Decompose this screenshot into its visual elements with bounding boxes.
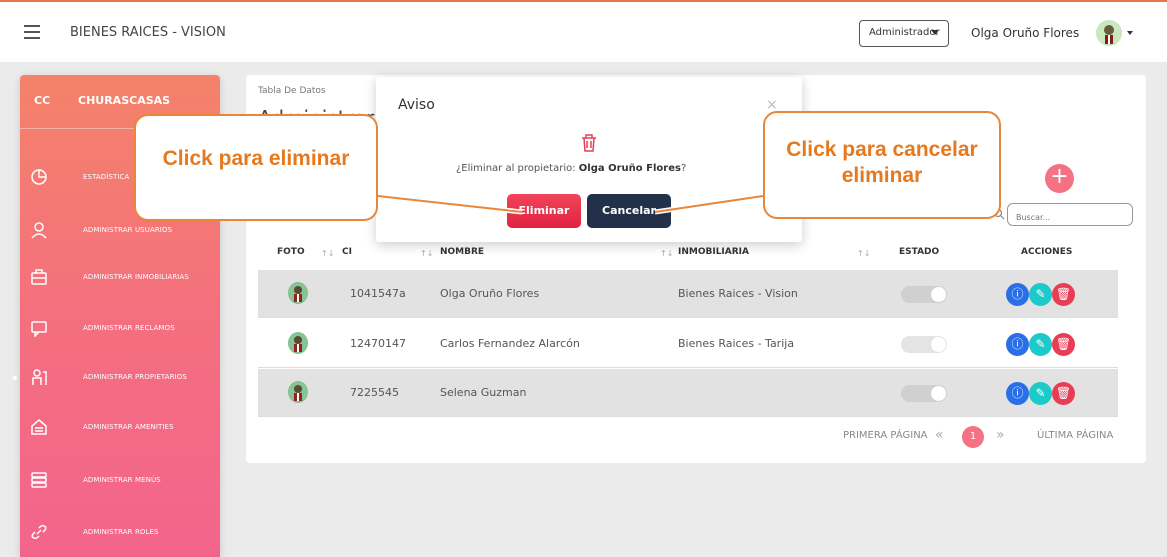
sidebar-item-label: ESTADÍSTICA — [83, 173, 130, 181]
column-header-ci[interactable]: CI — [342, 247, 352, 257]
table-row: 7225545 Selena Guzman ⓘ ✎ 🗑 — [258, 369, 1118, 417]
cell-inmobiliaria: Bienes Raices - Tarija — [678, 337, 795, 350]
toggle-knob — [931, 287, 946, 302]
sort-icon[interactable]: ↑↓ — [660, 249, 673, 258]
search-input[interactable] — [1007, 203, 1133, 226]
sidebar-item-roles[interactable]: ADMINISTRAR ROLES — [20, 520, 220, 550]
sidebar-item-label: ADMINISTRAR ROLES — [83, 528, 159, 536]
pagination-current[interactable]: 1 — [962, 426, 984, 448]
pie-chart-icon — [31, 169, 47, 185]
delete-button[interactable]: 🗑 — [1052, 333, 1075, 356]
dialog-title: Aviso — [398, 97, 435, 113]
menu-stack-icon — [31, 472, 47, 488]
sort-icon[interactable]: ↑↓ — [857, 249, 870, 258]
table-row: 12470147 Carlos Fernandez Alarcón Bienes… — [258, 320, 1118, 368]
owner-photo — [288, 381, 308, 403]
pagination-last[interactable]: ÚLTIMA PÁGINA — [1037, 430, 1113, 441]
delete-button[interactable]: 🗑 — [1052, 283, 1075, 306]
dialog-message-prefix: ¿Eliminar al propietario: — [456, 163, 579, 174]
info-button[interactable]: ⓘ — [1006, 333, 1029, 356]
dialog-message: ¿Eliminar al propietario: Olga Oruño Flo… — [456, 163, 686, 174]
sidebar-item-amenities[interactable]: ADMINISTRAR AMENITIES — [20, 415, 220, 445]
sidebar-item-label: ADMINISTRAR PROPIETARIOS — [83, 373, 187, 381]
role-select[interactable]: Administrador — [859, 20, 949, 47]
callout-cancel: Click para cancelar eliminar — [763, 111, 1001, 219]
status-toggle[interactable] — [901, 385, 947, 402]
table-row: 1041547a Olga Oruño Flores Bienes Raices… — [258, 270, 1118, 318]
sidebar-item-usuarios[interactable]: ADMINISTRAR USUARIOS — [20, 218, 220, 248]
sidebar-item-inmobiliarias[interactable]: ADMINISTRAR INMOBILIARIAS — [20, 265, 220, 295]
status-toggle[interactable] — [901, 286, 947, 303]
garage-icon — [31, 419, 47, 435]
role-select-value: Administrador — [869, 27, 940, 38]
cancel-button[interactable]: Cancelar — [587, 194, 671, 228]
chevron-right-icon[interactable]: » — [996, 427, 1005, 443]
info-button[interactable]: ⓘ — [1006, 283, 1029, 306]
edit-button[interactable]: ✎ — [1029, 382, 1052, 405]
link-icon — [31, 524, 47, 540]
sidebar-item-label: ADMINISTRAR INMOBILIARIAS — [83, 273, 189, 281]
cell-inmobiliaria: Bienes Raices - Vision — [678, 287, 798, 300]
user-menu-chevron-icon[interactable] — [1127, 31, 1133, 35]
toggle-knob — [931, 337, 946, 352]
column-header-acciones: ACCIONES — [1021, 247, 1073, 257]
column-header-foto[interactable]: FOTO — [277, 247, 305, 257]
briefcase-icon — [31, 269, 47, 285]
avatar[interactable] — [1096, 20, 1122, 46]
user-name[interactable]: Olga Oruño Flores — [971, 26, 1079, 40]
sort-icon[interactable]: ↑↓ — [321, 249, 334, 258]
cell-nombre: Olga Oruño Flores — [440, 287, 540, 300]
dialog-message-suffix: ? — [680, 163, 687, 174]
user-icon — [31, 222, 47, 239]
app-title: BIENES RAICES - VISION — [70, 25, 226, 40]
cell-ci: 7225545 — [350, 386, 399, 399]
top-navbar: BIENES RAICES - VISION Administrador Olg… — [0, 0, 1167, 62]
active-indicator — [13, 376, 17, 380]
trash-icon — [582, 134, 596, 152]
sidebar-item-label: ADMINISTRAR RECLAMOS — [83, 324, 175, 332]
cell-nombre: Selena Guzman — [440, 386, 527, 399]
sidebar-item-propietarios[interactable]: ADMINISTRAR PROPIETARIOS — [13, 365, 220, 395]
chevron-down-icon — [931, 30, 939, 35]
confirm-delete-button[interactable]: Eliminar — [507, 194, 581, 228]
cell-nombre: Carlos Fernandez Alarcón — [440, 337, 580, 350]
chevron-left-icon[interactable]: « — [935, 427, 944, 443]
sidebar-item-label: ADMINISTRAR AMENITIES — [83, 423, 174, 431]
owner-photo — [288, 332, 308, 354]
column-header-nombre[interactable]: NOMBRE — [440, 247, 484, 257]
info-button[interactable]: ⓘ — [1006, 382, 1029, 405]
column-header-inmobiliaria[interactable]: INMOBILIARIA — [678, 247, 749, 257]
delete-button[interactable]: 🗑 — [1052, 382, 1075, 405]
pagination-first[interactable]: PRIMERA PÁGINA — [843, 430, 928, 441]
hamburger-menu-icon[interactable] — [24, 25, 40, 39]
sidebar-item-label: ADMINISTRAR MENÚS — [83, 476, 161, 484]
status-toggle[interactable] — [901, 336, 947, 353]
sidebar-item-label: ADMINISTRAR USUARIOS — [83, 226, 173, 234]
callout-delete: Click para eliminar — [134, 114, 378, 221]
card-subtitle: Tabla De Datos — [258, 86, 326, 96]
add-owner-button[interactable]: + — [1045, 164, 1074, 193]
dialog-message-name: Olga Oruño Flores — [578, 163, 681, 174]
cell-ci: 12470147 — [350, 337, 406, 350]
confirm-delete-dialog: Aviso × ¿Eliminar al propietario: Olga O… — [376, 77, 802, 242]
brand-abbr: CC — [34, 94, 51, 107]
cell-ci: 1041547a — [350, 287, 406, 300]
owner-photo — [288, 282, 308, 304]
brand-name: CHURASCASAS — [78, 94, 171, 107]
edit-button[interactable]: ✎ — [1029, 283, 1052, 306]
toggle-knob — [931, 386, 946, 401]
sidebar-item-reclamos[interactable]: ADMINISTRAR RECLAMOS — [20, 316, 220, 346]
column-header-estado[interactable]: ESTADO — [899, 247, 939, 257]
sidebar-item-menus[interactable]: ADMINISTRAR MENÚS — [20, 468, 220, 498]
sort-icon[interactable]: ↑↓ — [420, 249, 433, 258]
owner-icon — [32, 369, 47, 385]
edit-button[interactable]: ✎ — [1029, 333, 1052, 356]
chat-icon — [31, 321, 47, 337]
